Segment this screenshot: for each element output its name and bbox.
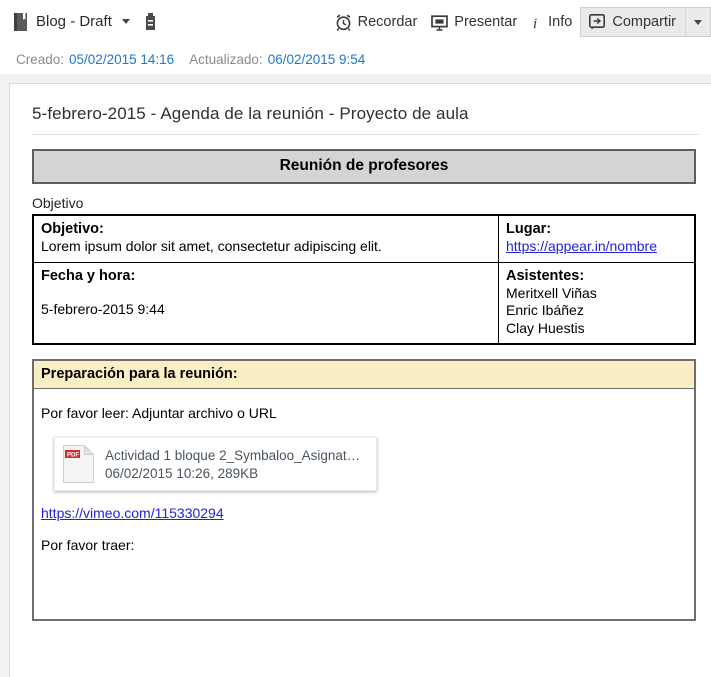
lugar-cell: Lugar: https://appear.in/nombre	[498, 214, 696, 263]
attachment-wrapper: PDF Actividad 1 bloque 2_Symbaloo_Asigna…	[41, 437, 687, 492]
alarm-clock-icon	[335, 13, 352, 31]
meeting-banner: Reunión de profesores	[32, 149, 696, 184]
attendee-name: Enric Ibáñez	[506, 302, 584, 319]
objetivo-caption: Objetivo	[32, 195, 84, 211]
notebook-selector[interactable]: Blog - Draft	[14, 12, 156, 31]
svg-text:i: i	[533, 16, 537, 31]
attachment-name: Actividad 1 bloque 2_Symbaloo_Asignat…	[105, 447, 361, 463]
table-row: Fecha y hora: 5-febrero-2015 9:44 Asiste…	[32, 261, 696, 345]
editor-canvas: 5-febrero-2015 - Agenda de la reunión - …	[0, 74, 711, 677]
share-dropdown-button[interactable]	[685, 7, 711, 37]
meeting-info-table: Objetivo: Lorem ipsum dolor sit amet, co…	[32, 214, 696, 346]
title-divider	[32, 134, 700, 135]
fecha-text: 5-febrero-2015 9:44	[41, 300, 165, 317]
table-row: Objetivo: Lorem ipsum dolor sit amet, co…	[32, 214, 696, 263]
fecha-cell: Fecha y hora: 5-febrero-2015 9:44	[32, 261, 499, 345]
present-button[interactable]: Presentar	[424, 10, 524, 35]
objetivo-text: Lorem ipsum dolor sit amet, consectetur …	[41, 238, 382, 255]
asistentes-header: Asistentes:	[506, 267, 585, 284]
remind-label: Recordar	[357, 14, 418, 30]
notebook-title: Blog - Draft	[36, 13, 112, 30]
lugar-header: Lugar:	[506, 221, 552, 237]
presentation-screen-icon	[431, 14, 449, 31]
objetivo-header: Objetivo:	[41, 221, 104, 237]
pdf-file-icon: PDF	[63, 444, 95, 484]
share-arrow-icon	[589, 14, 606, 30]
page-title: 5-febrero-2015 - Agenda de la reunión - …	[32, 104, 469, 123]
tag-icon[interactable]	[145, 12, 156, 31]
created-value[interactable]: 05/02/2015 14:16	[69, 52, 174, 67]
share-button[interactable]: Compartir	[580, 7, 685, 37]
read-instruction: Por favor leer: Adjuntar archivo o URL	[41, 405, 277, 422]
document-meta: Creado: 05/02/2015 14:16 Actualizado: 06…	[0, 44, 711, 74]
svg-text:PDF: PDF	[67, 453, 79, 459]
bring-instruction: Por favor traer:	[41, 537, 135, 554]
attendee-name: Meritxell Viñas	[506, 284, 597, 301]
asistentes-cell: Asistentes: Meritxell Viñas Enric Ibáñez…	[498, 261, 696, 345]
top-toolbar: Blog - Draft Recordar Presentar i Info C…	[0, 0, 711, 44]
note-sheet[interactable]: 5-febrero-2015 - Agenda de la reunión - …	[9, 83, 711, 677]
preparation-box: Preparación para la reunión: Por favor l…	[32, 359, 696, 622]
attachment-meta: 06/02/2015 10:26, 289KB	[105, 465, 259, 481]
chevron-down-icon[interactable]	[121, 19, 130, 24]
created-label: Creado:	[16, 51, 65, 67]
objetivo-cell: Objetivo: Lorem ipsum dolor sit amet, co…	[32, 214, 499, 263]
attachment-card[interactable]: PDF Actividad 1 bloque 2_Symbaloo_Asigna…	[54, 437, 378, 492]
attendee-name: Clay Huestis	[506, 319, 585, 336]
preparation-body: Por favor leer: Adjuntar archivo o URL P…	[34, 389, 694, 620]
chevron-down-icon	[694, 19, 702, 25]
attachment-text: Actividad 1 bloque 2_Symbaloo_Asignat… 0…	[105, 448, 360, 481]
info-button[interactable]: i Info	[524, 10, 580, 35]
notebook-icon	[14, 12, 29, 31]
video-link[interactable]: https://vimeo.com/115330294	[41, 505, 224, 521]
updated-label: Actualizado:	[189, 51, 263, 67]
remind-button[interactable]: Recordar	[328, 10, 425, 35]
fecha-header: Fecha y hora:	[41, 267, 136, 284]
share-label: Compartir	[612, 14, 676, 30]
toolbar-actions: Recordar Presentar i Info Compartir	[328, 0, 711, 44]
lugar-link[interactable]: https://appear.in/nombre	[506, 238, 657, 254]
info-italic-icon: i	[531, 14, 542, 32]
info-label: Info	[548, 14, 573, 30]
preparation-header: Preparación para la reunión:	[34, 361, 694, 390]
present-label: Presentar	[454, 14, 518, 30]
updated-value[interactable]: 06/02/2015 9:54	[268, 52, 366, 67]
